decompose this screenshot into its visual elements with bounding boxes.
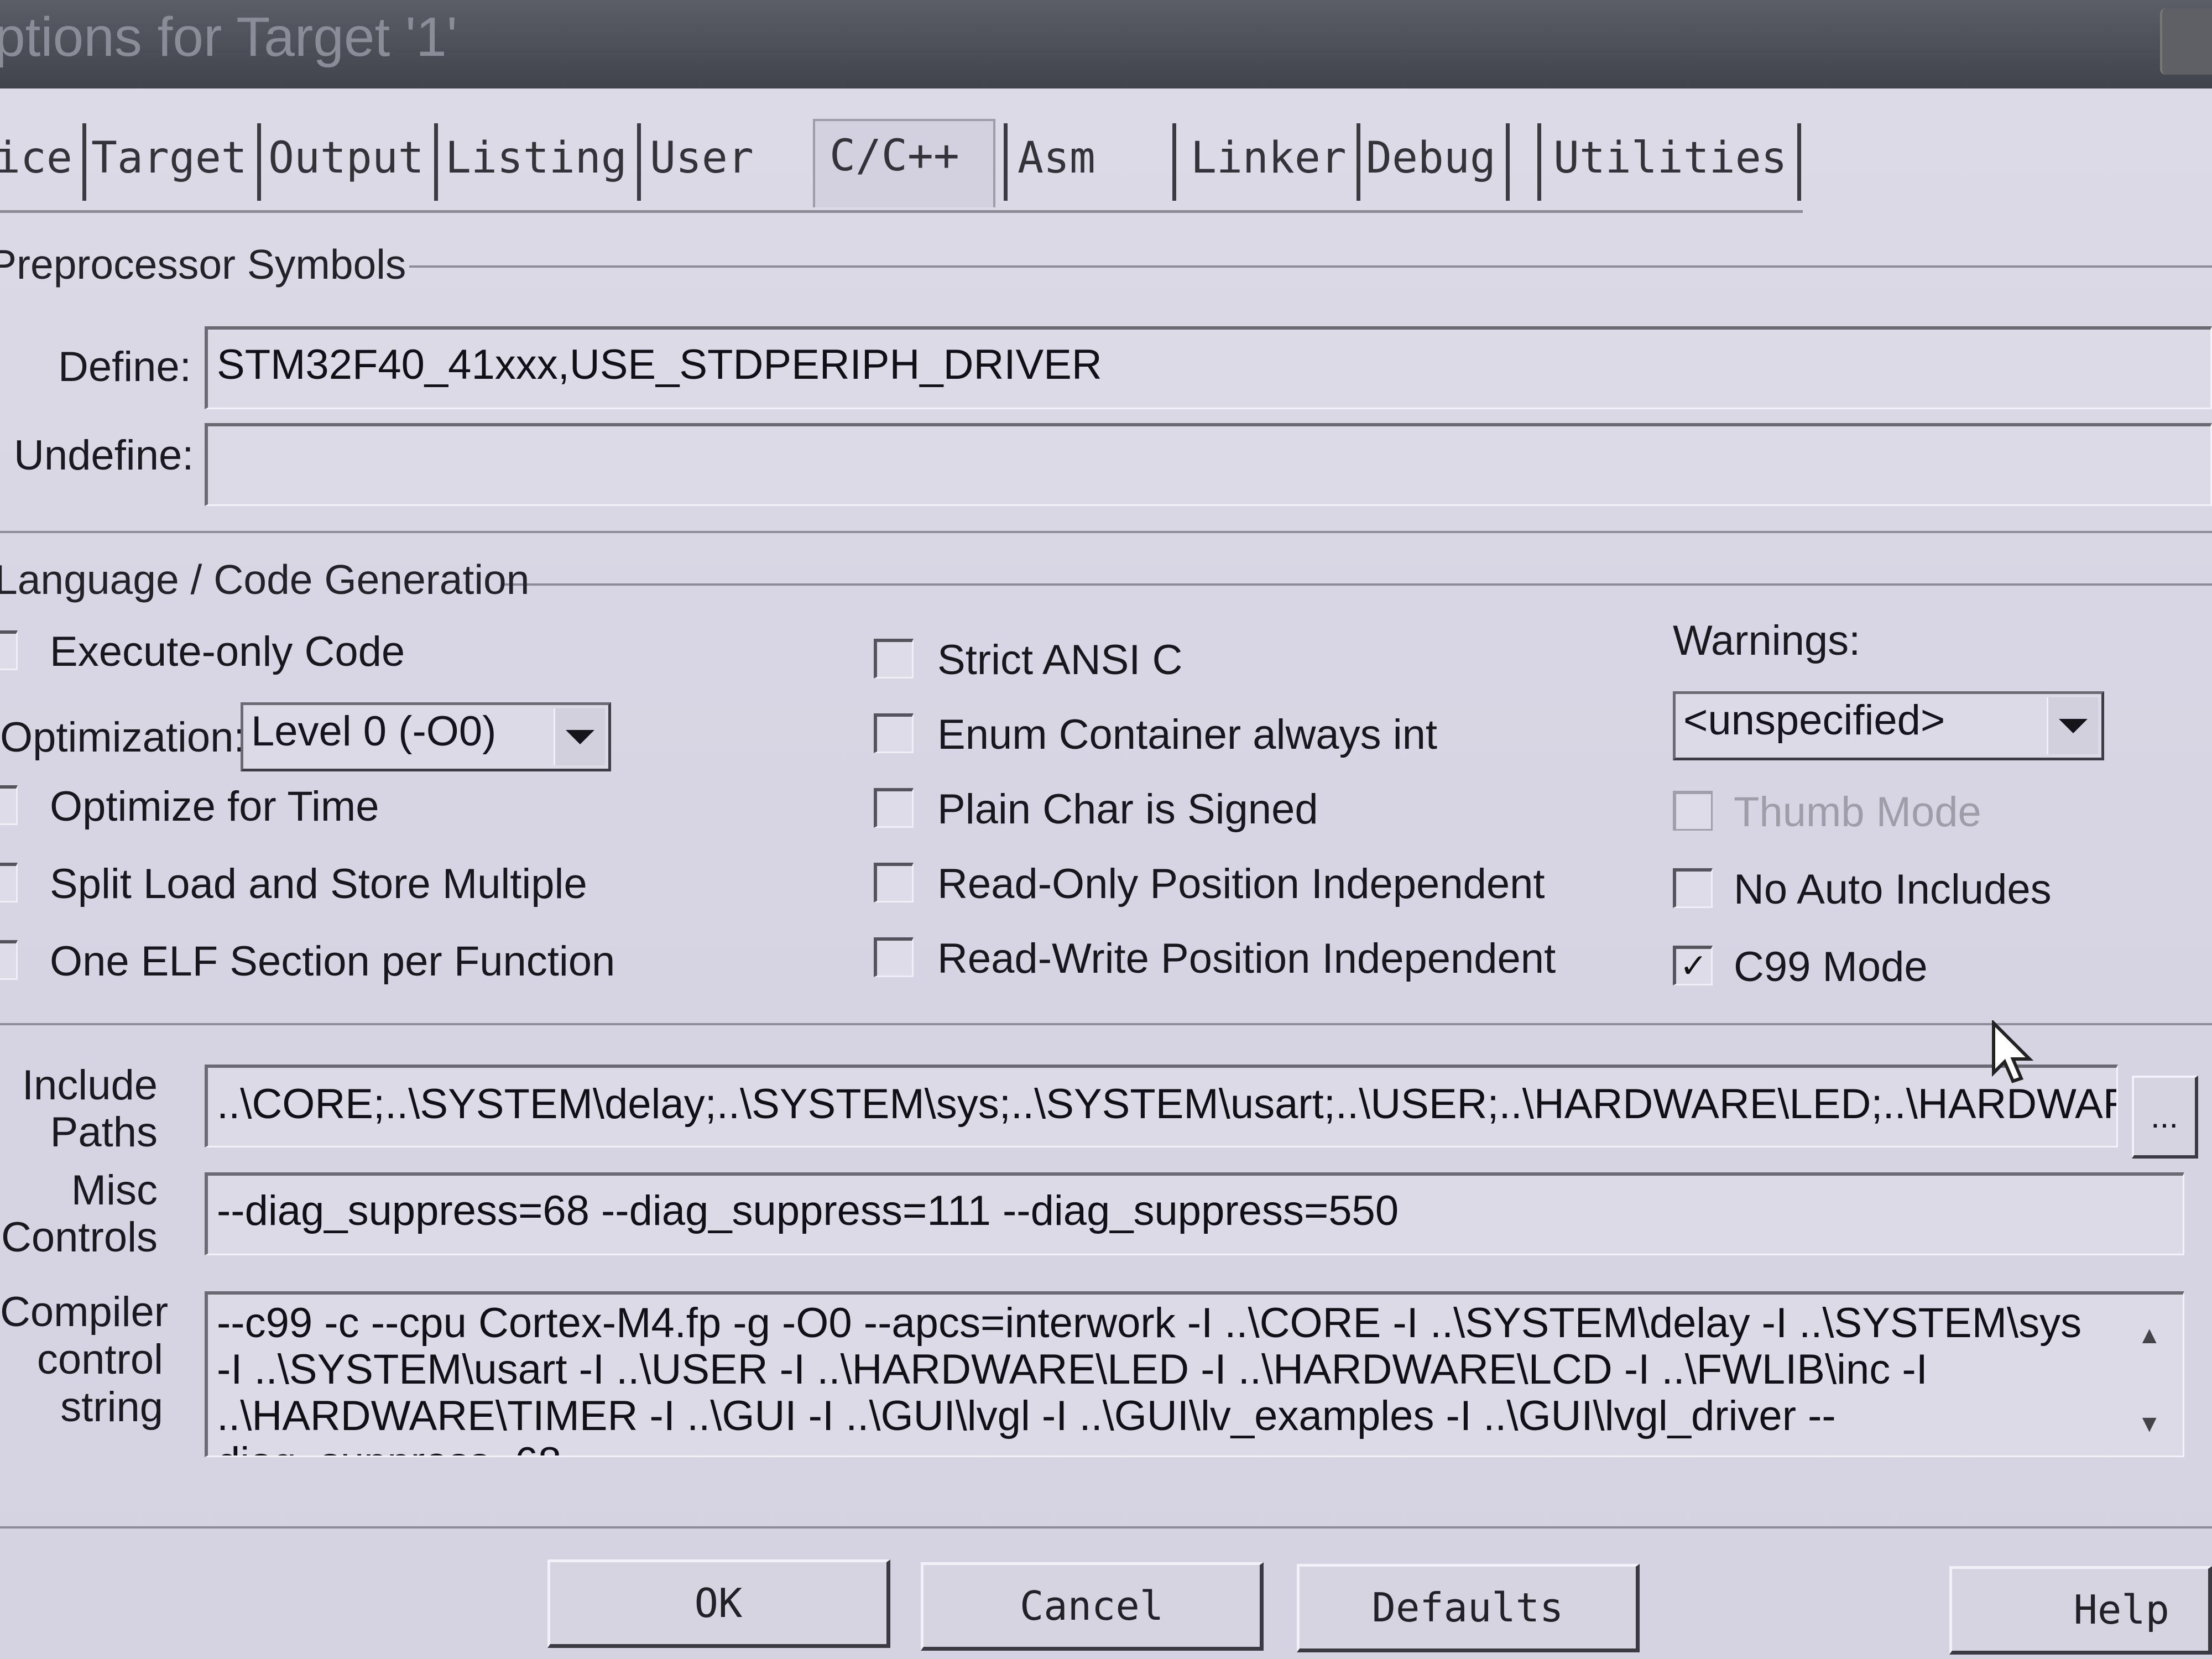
defaults-button[interactable]: Defaults bbox=[1297, 1564, 1640, 1652]
scroll-up-icon[interactable]: ▲ bbox=[2137, 1322, 2162, 1349]
title-bar: ptions for Target '1' bbox=[0, 0, 2212, 88]
optimization-value: Level 0 (-O0) bbox=[251, 708, 497, 755]
group-divider bbox=[503, 583, 2212, 586]
warnings-label: Warnings: bbox=[1673, 617, 1861, 664]
close-button[interactable] bbox=[2160, 8, 2212, 75]
tab-c-cpp[interactable]: C/C++ bbox=[813, 119, 995, 207]
scroll-down-icon[interactable]: ▼ bbox=[2137, 1410, 2162, 1438]
misc-label-line2: Controls bbox=[1, 1214, 158, 1261]
tab-linker[interactable]: Linker bbox=[1172, 123, 1360, 201]
checkbox-box[interactable] bbox=[874, 639, 914, 679]
misc-controls-input[interactable]: --diag_suppress=68 --diag_suppress=111 -… bbox=[205, 1172, 2184, 1255]
include-paths-label: Include Paths bbox=[0, 1062, 158, 1156]
define-label: Define: bbox=[58, 343, 191, 390]
checkbox-box[interactable] bbox=[0, 785, 18, 825]
group-divider bbox=[0, 1526, 2212, 1528]
compiler-label-line3: string bbox=[60, 1384, 163, 1431]
window-title: ptions for Target '1' bbox=[0, 6, 457, 68]
checkbox-box[interactable] bbox=[874, 788, 914, 828]
dialog-content: ice Target Output Listing User C/C++ Asm… bbox=[0, 88, 2212, 1659]
thumb-mode-label: Thumb Mode bbox=[1734, 789, 1981, 836]
include-label-line2: Paths bbox=[50, 1109, 158, 1156]
strict-ansi-label: Strict ANSI C bbox=[937, 637, 1183, 684]
tab-listing[interactable]: Listing bbox=[445, 123, 641, 201]
split-load-label: Split Load and Store Multiple bbox=[50, 860, 587, 907]
warnings-select[interactable]: <unspecified> bbox=[1673, 691, 2104, 760]
include-paths-input[interactable]: ..\CORE;..\SYSTEM\delay;..\SYSTEM\sys;..… bbox=[205, 1065, 2118, 1147]
cancel-button[interactable]: Cancel bbox=[921, 1562, 1264, 1651]
one-elf-label: One ELF Section per Function bbox=[50, 938, 615, 985]
optimization-label: Optimization: bbox=[0, 714, 246, 761]
group-divider bbox=[0, 531, 2212, 533]
compiler-control-textarea: --c99 -c --cpu Cortex-M4.fp -g -O0 --apc… bbox=[205, 1291, 2184, 1457]
misc-controls-label: Misc Controls bbox=[0, 1167, 158, 1261]
ro-pos-label: Read-Only Position Independent bbox=[937, 860, 1545, 907]
optimize-time-label: Optimize for Time bbox=[50, 783, 379, 830]
undefine-label: Undefine: bbox=[14, 432, 194, 479]
checkbox-box bbox=[1673, 791, 1713, 831]
c99-mode-label: C99 Mode bbox=[1734, 943, 1928, 990]
tab-device[interactable]: ice bbox=[0, 123, 86, 201]
tab-output[interactable]: Output bbox=[268, 123, 438, 201]
undefine-input[interactable] bbox=[205, 423, 2212, 506]
tab-asm[interactable]: Asm bbox=[1004, 123, 1181, 201]
help-button[interactable]: Help bbox=[1949, 1566, 2212, 1655]
tab-target[interactable]: Target bbox=[91, 123, 261, 201]
browse-button[interactable]: ... bbox=[2132, 1076, 2198, 1159]
execute-only-label: Execute-only Code bbox=[50, 628, 405, 675]
checkbox-box[interactable] bbox=[0, 863, 18, 902]
checkbox-box[interactable] bbox=[874, 863, 914, 902]
rw-pos-label: Read-Write Position Independent bbox=[937, 935, 1556, 982]
optimization-select[interactable]: Level 0 (-O0) bbox=[241, 702, 611, 771]
checkbox-box[interactable]: ✓ bbox=[1673, 946, 1713, 985]
group-divider bbox=[0, 1023, 2212, 1025]
define-input[interactable]: STM32F40_41xxx,USE_STDPERIPH_DRIVER bbox=[205, 326, 2212, 409]
misc-label-line1: Misc bbox=[71, 1167, 158, 1214]
language-group-label: Language / Code Generation bbox=[0, 556, 530, 603]
checkbox-box[interactable] bbox=[0, 940, 18, 980]
ok-button[interactable]: OK bbox=[547, 1559, 890, 1648]
compiler-label-line2: control bbox=[36, 1336, 163, 1383]
compiler-control-label: Compiler control string bbox=[0, 1288, 169, 1431]
tab-user[interactable]: User bbox=[650, 123, 754, 201]
preprocessor-group-label: Preprocessor Symbols bbox=[0, 241, 406, 288]
tab-utilities[interactable]: Utilities bbox=[1537, 123, 1801, 201]
compiler-label-line1: Compiler bbox=[0, 1288, 169, 1335]
checkbox-box[interactable] bbox=[1673, 868, 1713, 908]
tab-strip: ice Target Output Listing User C/C++ Asm… bbox=[0, 119, 1803, 213]
checkmark-icon: ✓ bbox=[1679, 947, 1708, 984]
tab-debug[interactable]: Debug bbox=[1366, 123, 1510, 201]
plain-char-label: Plain Char is Signed bbox=[937, 786, 1318, 833]
chevron-down-icon[interactable] bbox=[554, 708, 605, 765]
chevron-down-icon[interactable] bbox=[2047, 697, 2098, 754]
enum-container-label: Enum Container always int bbox=[937, 711, 1437, 758]
no-auto-includes-label: No Auto Includes bbox=[1734, 866, 2052, 913]
mouse-cursor-icon bbox=[1992, 1020, 2034, 1083]
checkbox-box[interactable] bbox=[874, 713, 914, 753]
checkbox-box[interactable] bbox=[874, 937, 914, 977]
include-label-line1: Include bbox=[22, 1062, 158, 1109]
warnings-value: <unspecified> bbox=[1683, 697, 1945, 744]
group-divider bbox=[409, 265, 2212, 268]
checkbox-box[interactable] bbox=[0, 630, 18, 670]
